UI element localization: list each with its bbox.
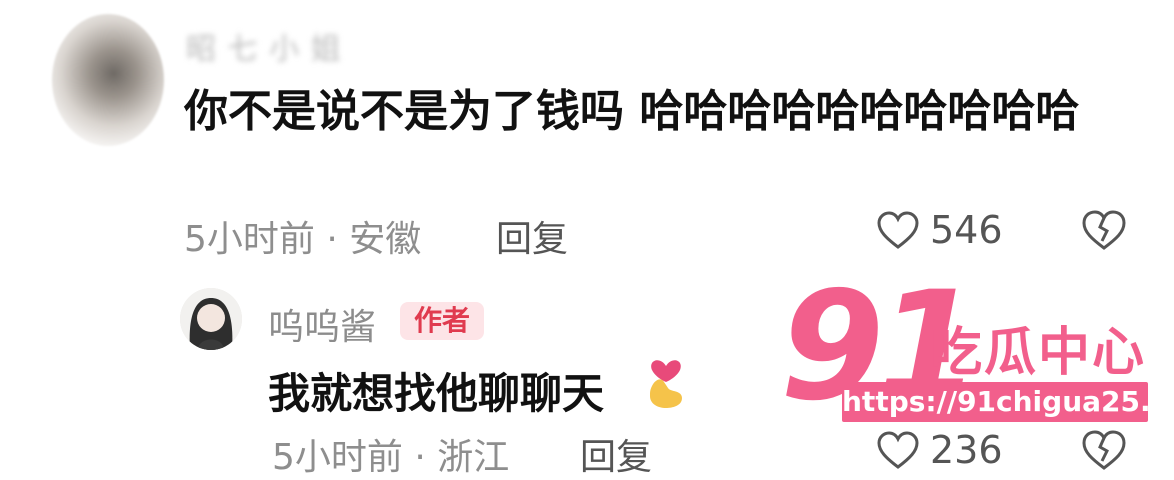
heart-icon — [877, 431, 919, 469]
like-button[interactable]: 546 — [876, 208, 1003, 252]
broken-heart-icon — [1082, 210, 1126, 250]
username[interactable]: 昭 七 小 姐 — [186, 24, 342, 68]
author-badge: 作者 — [400, 302, 485, 340]
like-count: 546 — [930, 208, 1003, 252]
avatar[interactable] — [52, 14, 164, 146]
comment-text: 你不是说不是为了钱吗 哈哈哈哈哈哈哈哈哈哈 — [184, 86, 1080, 137]
reply-dislike-button[interactable] — [1080, 428, 1128, 476]
reply-reply-button[interactable]: 回复 — [580, 428, 652, 480]
reply-avatar[interactable] — [180, 288, 242, 350]
reply-button[interactable]: 回复 — [496, 210, 568, 262]
comment-meta: 5小时前 · 安徽 — [184, 219, 422, 260]
reply-meta: 5小时前 · 浙江 — [272, 437, 510, 478]
reply-username[interactable]: 呜呜酱 — [268, 298, 376, 350]
finger-heart-icon — [650, 360, 682, 408]
girl-avatar-icon — [180, 288, 242, 350]
reply-like-button[interactable]: 236 — [876, 428, 1003, 472]
heart-icon — [877, 211, 919, 249]
reply-text: 我就想找他聊聊天 — [268, 369, 605, 418]
broken-heart-icon — [1082, 430, 1126, 470]
reply-like-count: 236 — [930, 428, 1003, 472]
watermark-text: 吃瓜中心 — [930, 323, 1147, 383]
comment-thread: 昭 七 小 姐 你不是说不是为了钱吗 哈哈哈哈哈哈哈哈哈哈 5小时前 · 安徽 … — [0, 0, 1174, 478]
watermark-url: https://91chigua25.com — [842, 382, 1174, 422]
dislike-button[interactable] — [1080, 208, 1128, 256]
finger-heart-emoji — [642, 352, 690, 414]
